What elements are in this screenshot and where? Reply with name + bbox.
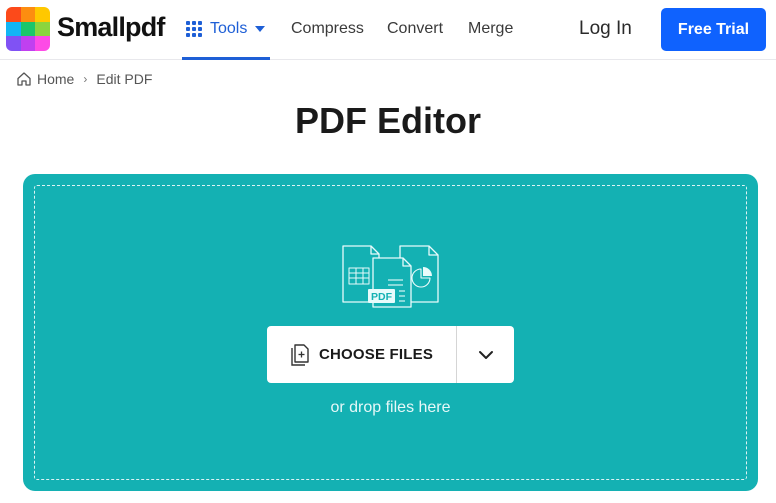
login-link[interactable]: Log In [579,18,632,40]
files-illustration-icon: PDF [342,245,439,308]
breadcrumb-home[interactable]: Home [37,71,74,87]
file-dropzone[interactable]: PDF CHOOSE FILES or drop files here [23,174,758,491]
breadcrumb: Home › Edit PDF [16,71,152,87]
brand-name[interactable]: Smallpdf [57,12,165,43]
logo-tile [35,7,50,22]
nav-compress[interactable]: Compress [291,20,364,38]
logo-tile [20,7,36,22]
nav-merge[interactable]: Merge [468,20,513,38]
logo-tile [35,36,50,51]
nav-tools-menu[interactable]: Tools [182,0,270,60]
top-header: Smallpdf Tools Compress Convert Merge Lo… [0,0,776,60]
grid-icon [186,20,202,37]
free-trial-button[interactable]: Free Trial [661,8,766,51]
home-icon [17,72,31,86]
page-title: PDF Editor [295,100,481,141]
choose-source-dropdown[interactable] [457,326,514,383]
file-plus-icon [291,343,309,366]
smallpdf-logo-icon[interactable] [6,7,50,51]
breadcrumb-current: Edit PDF [96,71,153,87]
caret-down-icon [255,25,266,32]
logo-tile [20,21,36,37]
choose-files-button[interactable]: CHOOSE FILES [267,326,457,383]
breadcrumb-separator: › [83,72,88,86]
logo-tile [20,36,36,51]
logo-tile [6,36,21,51]
logo-tile [35,21,50,37]
choose-files-label: CHOOSE FILES [318,346,434,363]
logo-tile [6,21,21,37]
logo-tile [6,7,21,22]
nav-convert[interactable]: Convert [387,20,443,38]
nav-tools-label: Tools [210,19,248,37]
chevron-down-icon [478,350,493,359]
pdf-badge-text: PDF [371,291,393,303]
choose-files-control: CHOOSE FILES [267,326,514,383]
drop-files-hint: or drop files here [330,399,451,416]
